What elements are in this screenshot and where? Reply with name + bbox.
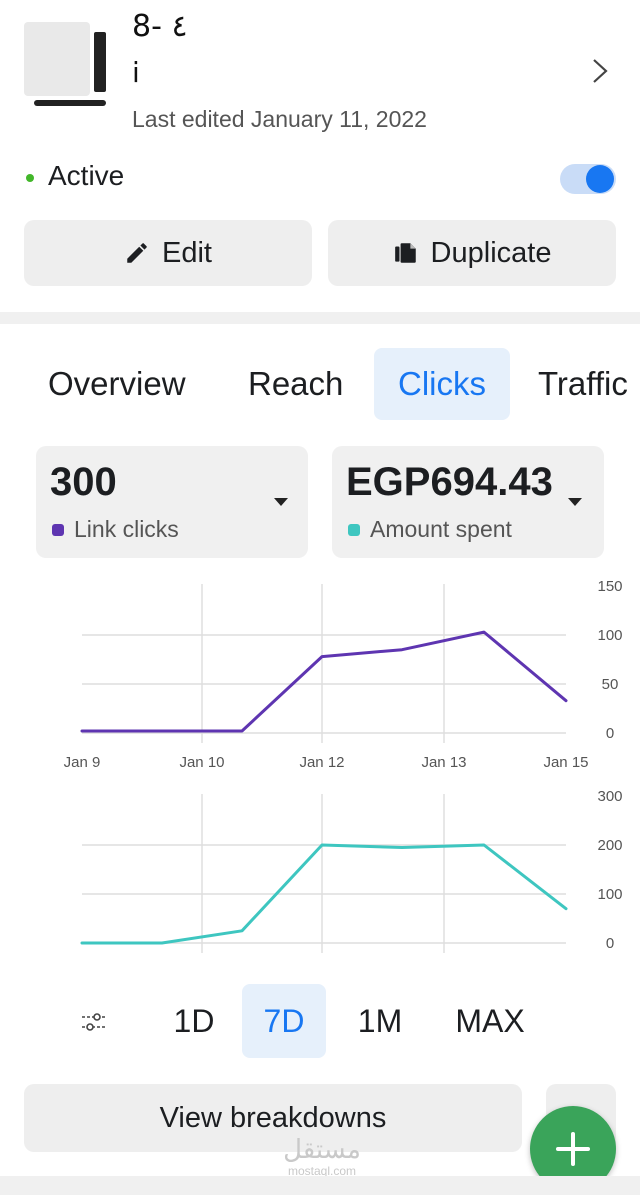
y-tick-label: 0 xyxy=(606,725,614,742)
plus-icon xyxy=(556,1132,590,1166)
metric-card-link-clicks[interactable]: 300 Link clicks xyxy=(36,446,308,558)
metric-label: Link clicks xyxy=(74,516,179,542)
ad-name-line2: i xyxy=(132,56,140,89)
y-tick-label: 300 xyxy=(597,788,622,805)
ad-header[interactable]: 8- ٤ i Last edited January 11, 2022 xyxy=(0,0,640,142)
metric-tabs: Overview Reach Clicks Traffic xyxy=(0,346,640,422)
y-tick-label: 200 xyxy=(597,837,622,854)
y-tick-label: 50 xyxy=(602,676,619,693)
pencil-icon xyxy=(127,243,147,263)
x-tick-label: Jan 9 xyxy=(64,754,101,771)
metric-card-amount-spent[interactable]: EGP694.43 Amount spent xyxy=(332,446,604,558)
view-breakdowns-button[interactable]: View breakdowns xyxy=(24,1084,522,1152)
caret-down-icon[interactable] xyxy=(568,498,582,506)
link-clicks-chart-svg: 0 50 100 150 Jan 9 Jan 10 Jan 12 Jan 13 Jan 15 xyxy=(64,578,623,771)
chevron-right-icon[interactable] xyxy=(588,56,612,86)
y-tick-label: 100 xyxy=(597,886,622,903)
bottom-divider xyxy=(0,1176,640,1195)
y-tick-label: 150 xyxy=(597,578,622,595)
y-tick-label: 100 xyxy=(597,627,622,644)
legend-swatch xyxy=(52,524,64,536)
range-1m-button[interactable]: 1M xyxy=(348,984,412,1058)
watermark: مستقل mostaql.com xyxy=(282,1136,362,1178)
amount-spent-chart: 0 100 200 300 xyxy=(0,784,640,964)
time-range-selector: 1D 7D 1M MAX xyxy=(0,984,640,1060)
legend-swatch xyxy=(348,524,360,536)
amount-spent-chart-svg: 0 100 200 300 xyxy=(80,788,623,953)
ad-thumbnail xyxy=(24,22,114,114)
edit-button[interactable]: Edit xyxy=(24,220,312,286)
tab-overview[interactable]: Overview xyxy=(48,348,186,420)
active-toggle[interactable] xyxy=(560,164,616,194)
edit-label: Edit xyxy=(162,236,212,269)
range-max-button[interactable]: MAX xyxy=(444,984,536,1058)
status-label: Active xyxy=(48,160,125,191)
x-tick-label: Jan 13 xyxy=(421,754,466,771)
duplicate-button[interactable]: Duplicate xyxy=(328,220,616,286)
metric-value: 300 xyxy=(50,460,117,504)
link-clicks-chart: 0 50 100 150 Jan 9 Jan 10 Jan 12 Jan 13 Jan 15 xyxy=(0,570,640,784)
toggle-knob xyxy=(586,165,614,193)
series-line xyxy=(80,630,568,733)
metric-label: Amount spent xyxy=(370,516,512,542)
status-row: Active xyxy=(0,150,640,206)
caret-down-icon[interactable] xyxy=(274,498,288,506)
tab-reach[interactable]: Reach xyxy=(248,348,343,420)
status-dot xyxy=(26,174,34,182)
duplicate-icon xyxy=(394,243,416,263)
range-1d-button[interactable]: 1D xyxy=(162,984,226,1058)
section-divider xyxy=(0,312,640,324)
x-tick-label: Jan 15 xyxy=(543,754,588,771)
y-tick-label: 0 xyxy=(606,935,614,952)
last-edited-text: Last edited January 11, 2022 xyxy=(132,106,427,132)
sliders-icon[interactable] xyxy=(80,1008,108,1036)
watermark-arabic: مستقل xyxy=(283,1135,361,1165)
metric-value: EGP694.43 xyxy=(346,460,553,504)
tab-clicks[interactable]: Clicks xyxy=(374,348,510,420)
ad-name: 8- ٤ xyxy=(132,9,188,44)
x-tick-label: Jan 12 xyxy=(299,754,344,771)
duplicate-label: Duplicate xyxy=(430,236,552,269)
range-7d-button[interactable]: 7D xyxy=(242,984,326,1058)
x-tick-label: Jan 10 xyxy=(179,754,224,771)
tab-traffic[interactable]: Traffic xyxy=(538,348,628,420)
